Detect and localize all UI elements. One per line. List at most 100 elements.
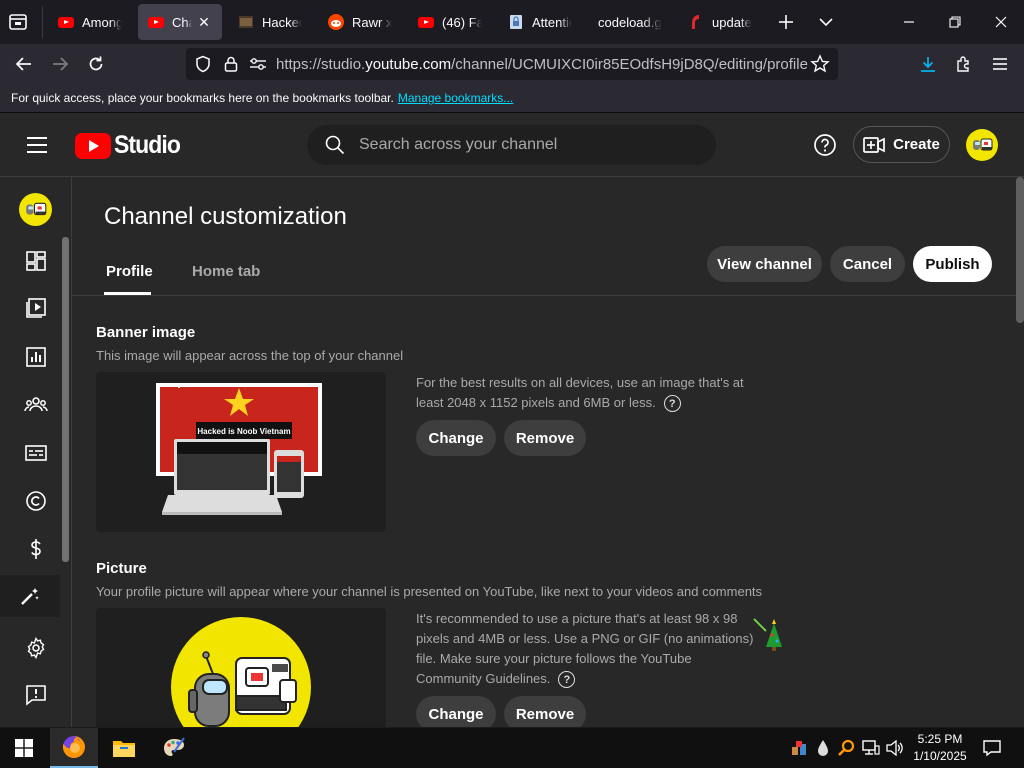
browser-tab[interactable]: Among (48, 4, 132, 40)
bookmark-star-icon[interactable] (810, 54, 830, 74)
tab-title: (46) Fake (442, 14, 482, 30)
windows-start-icon[interactable] (0, 728, 48, 768)
customization-main: Channel customization Profile Home tab V… (72, 177, 1024, 727)
search-tray-icon[interactable] (836, 728, 858, 768)
forward-icon[interactable] (44, 48, 76, 80)
picture-section-title: Picture (96, 560, 147, 577)
firefox-taskbar-icon[interactable] (50, 728, 98, 768)
app-menu-icon[interactable] (984, 48, 1016, 80)
search-icon[interactable] (325, 135, 345, 155)
lock-doc-icon (508, 14, 524, 30)
earn-icon[interactable] (18, 531, 54, 567)
picture-help-icon[interactable]: ? (558, 671, 576, 689)
banner-info: For the best results on all devices, use… (416, 373, 756, 413)
close-window-icon[interactable] (978, 0, 1024, 44)
image-icon (238, 14, 254, 30)
picture-remove-button[interactable]: Remove (504, 696, 586, 727)
minimize-icon[interactable] (886, 0, 932, 44)
tab-title: update (712, 14, 752, 30)
settings-icon[interactable] (18, 630, 54, 666)
tab-title: Among (82, 14, 122, 30)
subtitles-icon[interactable] (18, 435, 54, 471)
tab-title: codeload.github.com (598, 14, 662, 30)
browser-nav-bar: https://studio.youtube.com/channel/UCMUI… (0, 44, 1024, 84)
network-monitor-icon[interactable] (860, 728, 882, 768)
banner-devices-image: Hacked is Noob Vietnam (156, 383, 322, 515)
url-path: /channel/UCMUIXCI0ir85EOdfsH9jD8Q/editin… (451, 55, 808, 73)
banner-preview-text: Hacked is Noob Vietnam (197, 427, 290, 436)
reddit-icon (328, 14, 344, 30)
studio-header: Studio Create (0, 113, 1024, 177)
content-icon[interactable] (18, 290, 54, 326)
flash-icon (688, 14, 704, 30)
extensions-icon[interactable] (948, 48, 980, 80)
community-icon[interactable] (18, 387, 54, 423)
channel-avatar[interactable] (19, 193, 52, 226)
view-channel-button[interactable]: View channel (707, 246, 822, 282)
hamburger-menu-icon[interactable] (26, 136, 48, 154)
browser-tab[interactable]: update (678, 4, 762, 40)
browser-tab[interactable]: Hacked (228, 4, 312, 40)
banner-preview: Hacked is Noob Vietnam (96, 372, 386, 532)
dashboard-icon[interactable] (18, 243, 54, 279)
browser-tab-active[interactable]: Channel customization ✕ (138, 4, 222, 40)
channel-search-bar[interactable] (307, 125, 716, 165)
new-tab-icon[interactable] (776, 12, 796, 32)
list-all-tabs-icon[interactable] (816, 12, 836, 32)
manage-bookmarks-link[interactable]: Manage bookmarks... (398, 91, 513, 105)
search-input[interactable] (359, 136, 679, 154)
restore-icon[interactable] (932, 0, 978, 44)
youtube-icon (58, 14, 74, 30)
create-button[interactable]: Create (853, 126, 950, 163)
tab-profile[interactable]: Profile (106, 263, 153, 280)
left-nav-scrollbar[interactable] (62, 237, 69, 562)
permissions-icon[interactable] (249, 56, 267, 72)
network-tray-icon[interactable] (788, 728, 810, 768)
picture-change-button[interactable]: Change (416, 696, 496, 727)
banner-remove-button[interactable]: Remove (504, 420, 586, 456)
banner-section-description: This image will appear across the top of… (96, 348, 404, 363)
back-icon[interactable] (8, 48, 40, 80)
banner-help-icon[interactable]: ? (663, 395, 681, 413)
tab-home[interactable]: Home tab (192, 263, 260, 280)
banner-change-button[interactable]: Change (416, 420, 496, 456)
clock-time: 5:25 PM (917, 732, 963, 746)
analytics-icon[interactable] (18, 339, 54, 375)
water-drop-tray-icon[interactable] (812, 728, 834, 768)
windows-taskbar: 5:25 PM 1/10/2025 (0, 728, 1024, 768)
browser-tab[interactable]: (46) Fake (408, 4, 492, 40)
close-tab-icon[interactable]: ✕ (196, 14, 212, 30)
firefox-view-icon[interactable] (8, 12, 28, 32)
studio-left-nav (0, 177, 72, 727)
volume-icon[interactable] (884, 728, 906, 768)
bookmarks-toolbar: For quick access, place your bookmarks h… (0, 84, 1024, 113)
main-scrollbar[interactable] (1016, 177, 1024, 323)
notifications-icon[interactable] (978, 728, 1006, 768)
taskbar-clock[interactable]: 5:25 PM 1/10/2025 (906, 731, 974, 765)
picture-info: It's recommended to use a picture that's… (416, 609, 756, 689)
studio-logo[interactable]: Studio (75, 131, 186, 160)
cancel-button[interactable]: Cancel (830, 246, 905, 282)
picture-section-description: Your profile picture will appear where y… (96, 584, 763, 599)
feedback-icon[interactable] (18, 677, 54, 713)
browser-tab[interactable]: codeload.github.com (588, 4, 672, 40)
url-bar[interactable]: https://studio.youtube.com/channel/UCMUI… (186, 48, 838, 80)
reload-icon[interactable] (80, 48, 112, 80)
tab-title: Rawr x3 (352, 14, 392, 30)
file-explorer-icon[interactable] (100, 728, 148, 768)
paint-taskbar-icon[interactable] (150, 728, 198, 768)
publish-button[interactable]: Publish (913, 246, 992, 282)
help-icon[interactable] (813, 133, 837, 157)
copyright-icon[interactable] (18, 483, 54, 519)
tabs-divider (72, 295, 1024, 296)
lock-icon[interactable] (222, 55, 240, 73)
tab-title: Channel customization (172, 14, 192, 30)
customization-icon[interactable] (0, 575, 60, 617)
downloads-icon[interactable] (912, 48, 944, 80)
shield-icon[interactable] (194, 55, 212, 73)
account-avatar[interactable] (966, 129, 998, 161)
picture-info-text: It's recommended to use a picture that's… (416, 611, 754, 686)
profile-picture-image (171, 617, 311, 727)
browser-tab[interactable]: Attention (498, 4, 582, 40)
browser-tab[interactable]: Rawr x3 (318, 4, 402, 40)
